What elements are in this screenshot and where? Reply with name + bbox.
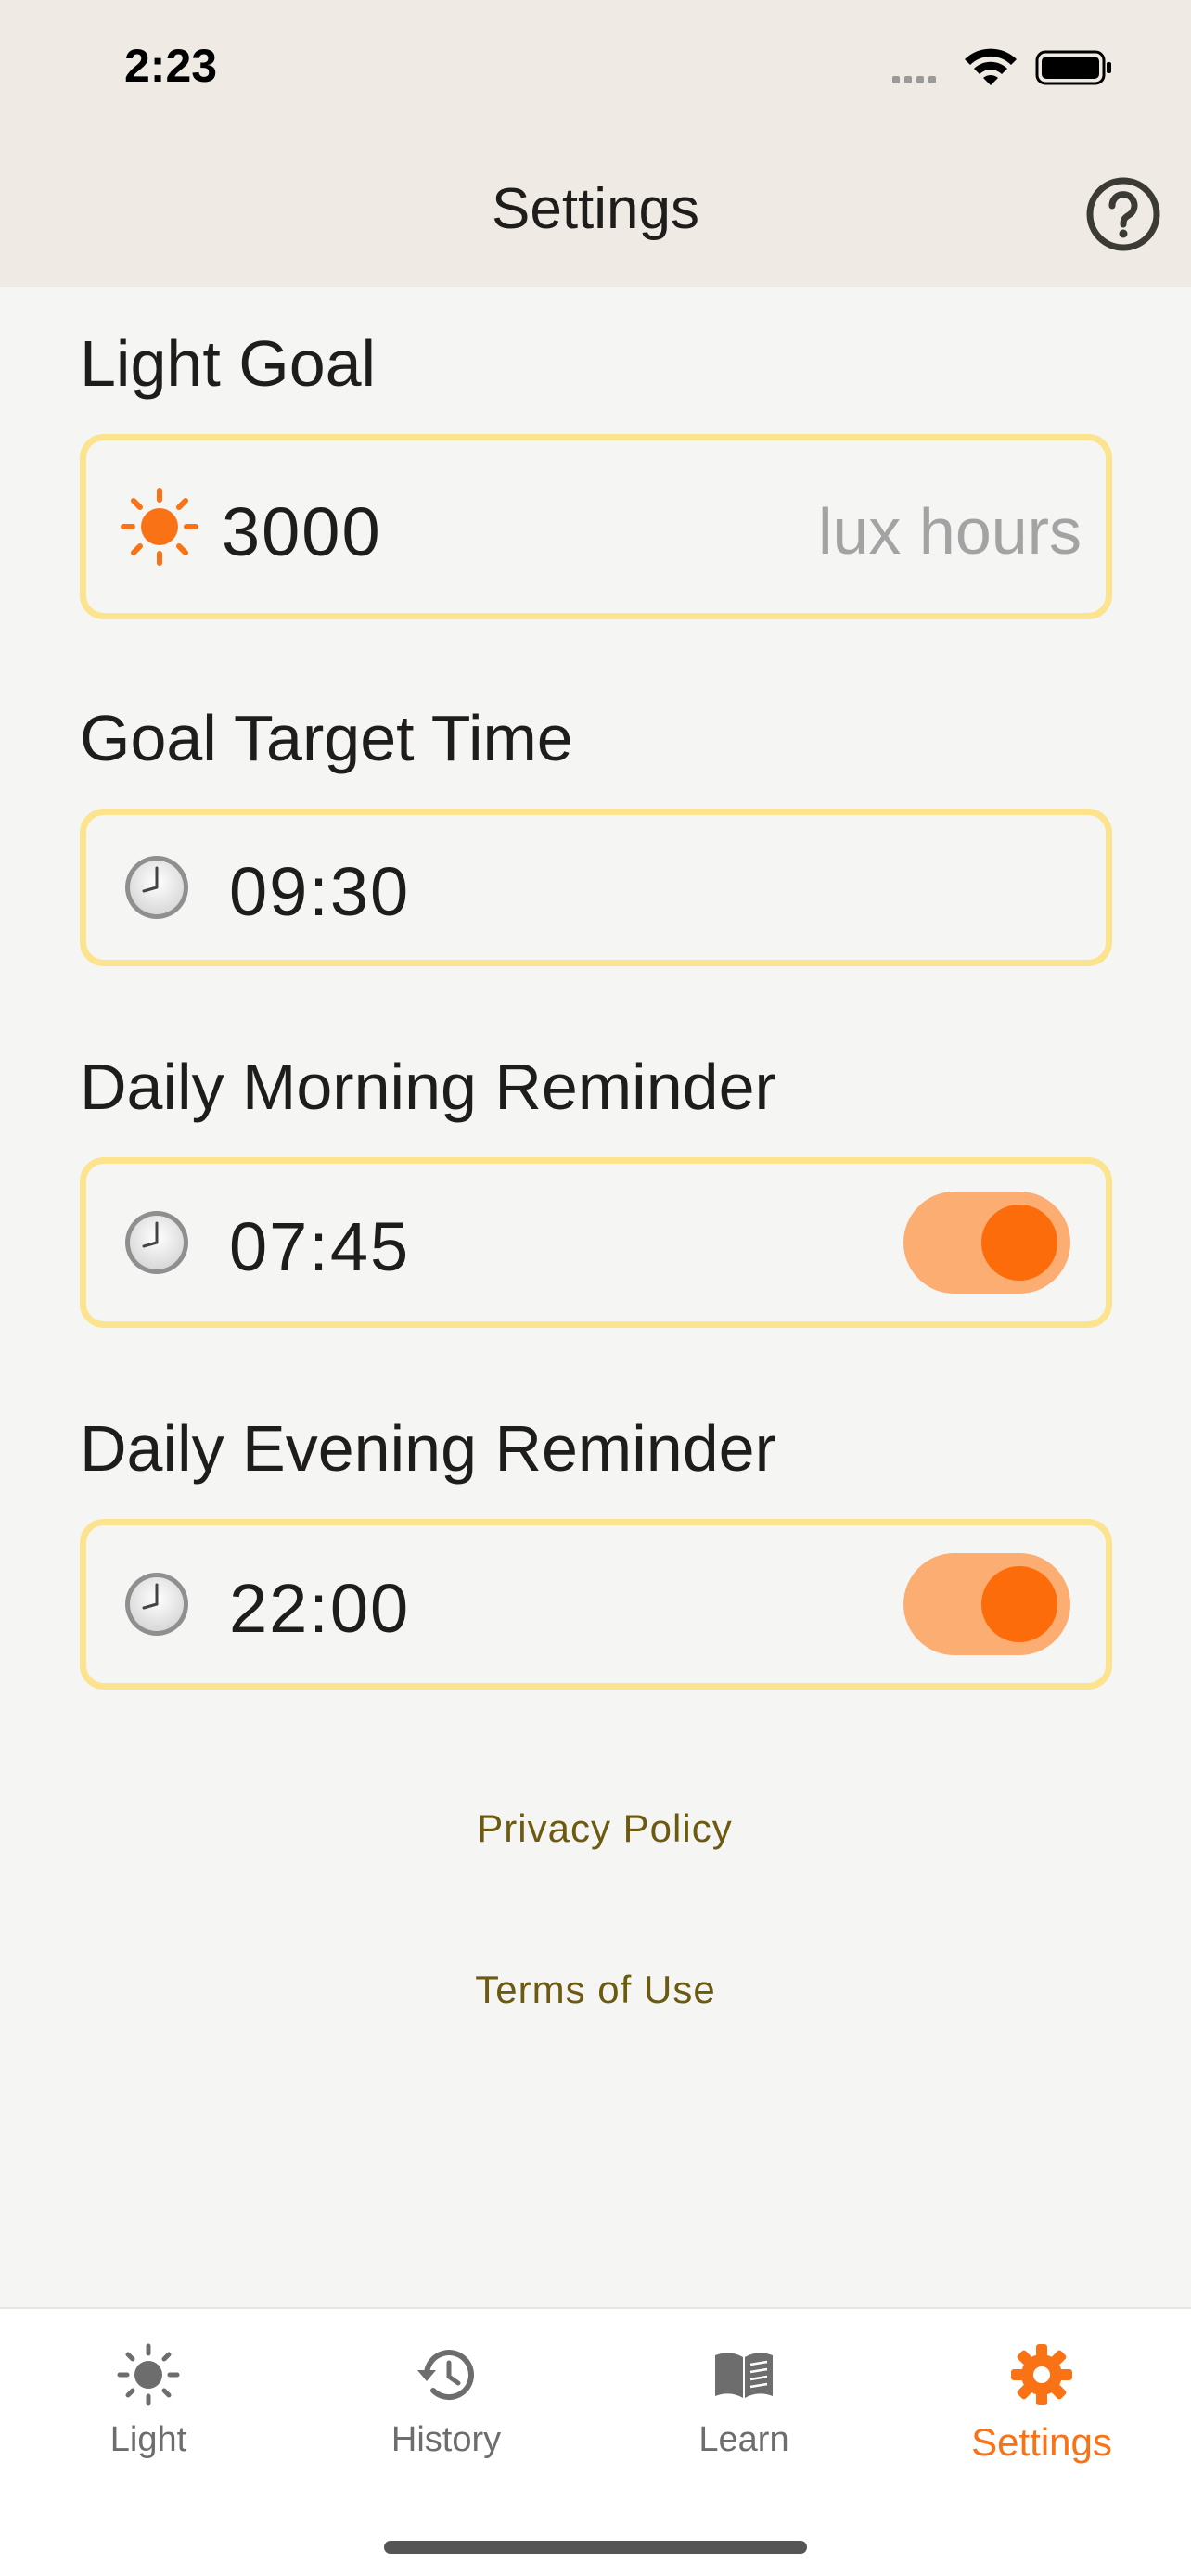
- evening-reminder-label: Daily Evening Reminder: [80, 1412, 776, 1485]
- morning-reminder-field[interactable]: 07:45: [80, 1157, 1112, 1328]
- toggle-knob: [981, 1205, 1057, 1281]
- tab-label: Settings: [971, 2420, 1112, 2464]
- sun-icon: [121, 488, 198, 566]
- history-icon: [417, 2350, 474, 2401]
- tab-history[interactable]: History: [353, 2342, 539, 2460]
- tab-settings[interactable]: Settings: [949, 2342, 1134, 2465]
- tab-learn[interactable]: Learn: [651, 2342, 837, 2460]
- battery-icon: [1035, 50, 1111, 85]
- book-icon: [715, 2353, 773, 2398]
- clock-icon: [125, 1211, 188, 1274]
- toggle-knob: [981, 1566, 1057, 1642]
- tab-label: Learn: [698, 2420, 789, 2459]
- tab-label: History: [391, 2420, 502, 2459]
- evening-reminder-toggle[interactable]: [903, 1553, 1070, 1655]
- goal-target-time-value[interactable]: 09:30: [229, 852, 410, 931]
- gear-icon: [1011, 2344, 1072, 2405]
- question-circle-icon[interactable]: [1085, 176, 1161, 252]
- tab-bar: Light History Learn Settings: [0, 2307, 1191, 2576]
- clock-icon: [125, 1573, 188, 1636]
- morning-reminder-time[interactable]: 07:45: [229, 1207, 410, 1286]
- privacy-policy-link[interactable]: Privacy Policy: [9, 1806, 1191, 1851]
- home-indicator: [384, 2541, 807, 2554]
- sun-icon: [117, 2343, 180, 2406]
- tab-label: Light: [109, 2420, 187, 2459]
- light-goal-input[interactable]: 3000: [222, 492, 382, 571]
- morning-reminder-label: Daily Morning Reminder: [80, 1051, 776, 1123]
- light-goal-field[interactable]: 3000 lux hours: [80, 434, 1112, 619]
- tab-light[interactable]: Light: [56, 2342, 241, 2460]
- goal-target-time-field[interactable]: 09:30: [80, 809, 1112, 966]
- light-goal-unit: lux hours: [817, 495, 1082, 567]
- evening-reminder-field[interactable]: 22:00: [80, 1519, 1112, 1690]
- terms-of-use-link[interactable]: Terms of Use: [0, 1968, 1191, 2012]
- clock-icon: [125, 856, 188, 919]
- header: 2:23 Settings: [0, 0, 1191, 287]
- page-title: Settings: [491, 177, 700, 241]
- light-goal-label: Light Goal: [80, 327, 377, 400]
- status-time: 2:23: [124, 40, 218, 92]
- cellular-signal-icon: [892, 76, 936, 83]
- morning-reminder-toggle[interactable]: [903, 1192, 1070, 1294]
- goal-target-time-label: Goal Target Time: [80, 702, 573, 774]
- evening-reminder-time[interactable]: 22:00: [229, 1569, 410, 1648]
- status-icons: [892, 48, 1111, 85]
- wifi-icon: [965, 48, 1017, 85]
